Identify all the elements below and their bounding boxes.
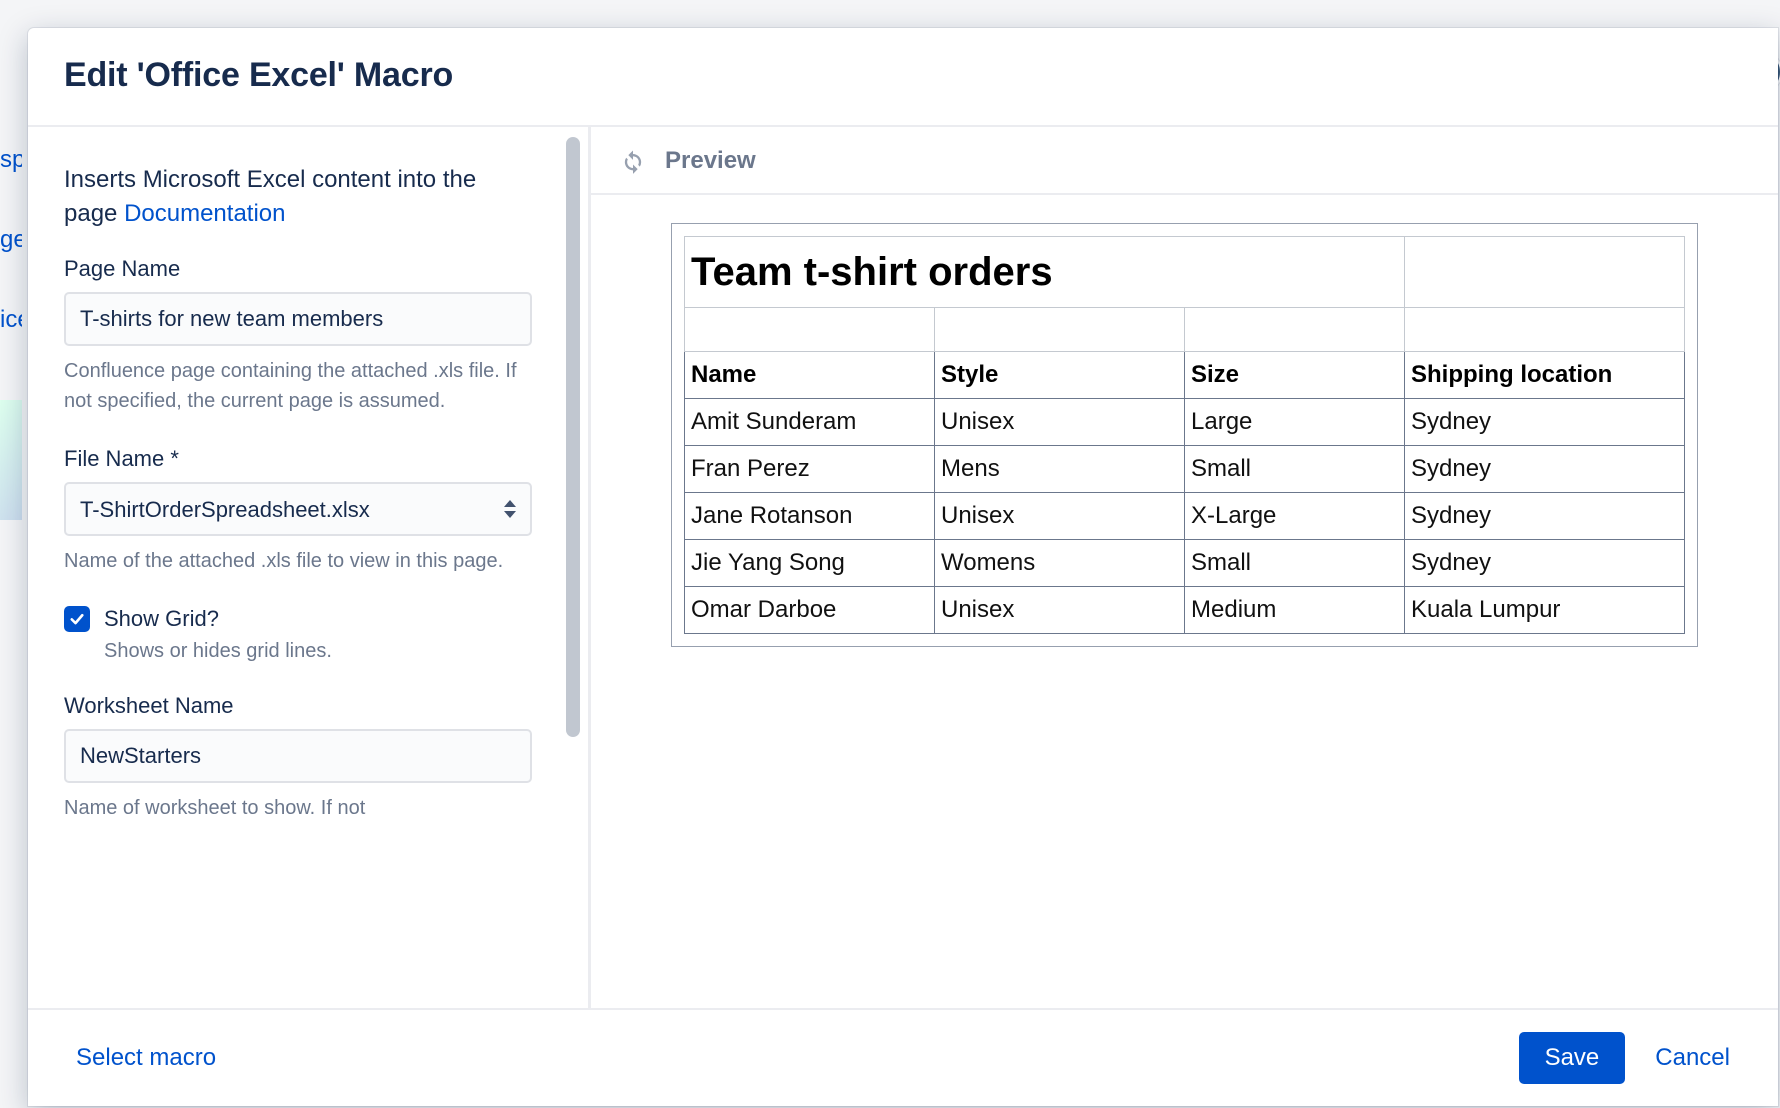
excel-preview-box: Team t-shirt orders Name bbox=[671, 223, 1698, 647]
worksheet-name-help: Name of worksheet to show. If not bbox=[64, 793, 532, 823]
column-header: Size bbox=[1185, 352, 1405, 399]
column-header: Style bbox=[935, 352, 1185, 399]
modal-body: Inserts Microsoft Excel content into the… bbox=[28, 125, 1778, 1010]
table-row: Amit Sunderam Unisex Large Sydney bbox=[685, 399, 1685, 446]
modal-footer: Select macro Save Cancel bbox=[28, 1010, 1778, 1106]
column-header: Shipping location bbox=[1405, 352, 1685, 399]
worksheet-name-label: Worksheet Name bbox=[64, 693, 532, 719]
macro-form-panel: Inserts Microsoft Excel content into the… bbox=[28, 127, 588, 1008]
column-header: Name bbox=[685, 352, 935, 399]
preview-title: Preview bbox=[665, 147, 756, 175]
table-row: Fran Perez Mens Small Sydney bbox=[685, 446, 1685, 493]
cancel-button[interactable]: Cancel bbox=[1651, 1036, 1734, 1080]
preview-header: Preview bbox=[591, 127, 1778, 195]
worksheet-name-input[interactable] bbox=[64, 729, 532, 783]
file-name-select[interactable]: T-ShirtOrderSpreadsheet.xlsx bbox=[64, 482, 532, 536]
table-empty-cell bbox=[1405, 237, 1685, 308]
table-row: Jie Yang Song Womens Small Sydney bbox=[685, 540, 1685, 587]
modal-backdrop: spgeice Edit 'Office Excel' Macro Insert… bbox=[0, 0, 1780, 1108]
page-name-input[interactable] bbox=[64, 292, 532, 346]
modal-header: Edit 'Office Excel' Macro bbox=[28, 28, 1778, 125]
table-row: Jane Rotanson Unisex X-Large Sydney bbox=[685, 493, 1685, 540]
show-grid-checkbox[interactable] bbox=[64, 606, 90, 632]
page-name-help: Confluence page containing the attached … bbox=[64, 356, 532, 416]
select-macro-link[interactable]: Select macro bbox=[72, 1036, 220, 1080]
macro-description: Inserts Microsoft Excel content into the… bbox=[64, 163, 532, 230]
table-title-cell: Team t-shirt orders bbox=[685, 237, 1405, 308]
page-name-label: Page Name bbox=[64, 256, 532, 282]
excel-table: Team t-shirt orders Name bbox=[684, 236, 1685, 634]
documentation-link[interactable]: Documentation bbox=[124, 200, 285, 227]
left-panel-scrollbar[interactable] bbox=[566, 137, 580, 737]
table-empty-cell bbox=[685, 308, 935, 352]
table-empty-cell bbox=[935, 308, 1185, 352]
table-empty-cell bbox=[1185, 308, 1405, 352]
show-grid-label: Show Grid? bbox=[104, 606, 219, 632]
file-name-help: Name of the attached .xls file to view i… bbox=[64, 546, 532, 576]
modal-title: Edit 'Office Excel' Macro bbox=[64, 56, 1742, 95]
preview-body: Team t-shirt orders Name bbox=[591, 195, 1778, 1008]
preview-panel: Preview Team t-shirt orders bbox=[591, 127, 1778, 1008]
table-row: Omar Darboe Unisex Medium Kuala Lumpur bbox=[685, 587, 1685, 634]
background-text-fragment: spgeice bbox=[0, 140, 22, 340]
table-empty-cell bbox=[1405, 308, 1685, 352]
macro-editor-modal: Edit 'Office Excel' Macro Inserts Micros… bbox=[28, 28, 1778, 1106]
check-icon bbox=[68, 610, 86, 628]
background-thumbnail bbox=[0, 400, 22, 520]
file-name-label: File Name * bbox=[64, 446, 532, 472]
refresh-icon[interactable] bbox=[619, 147, 647, 175]
save-button[interactable]: Save bbox=[1519, 1032, 1626, 1084]
show-grid-help: Shows or hides grid lines. bbox=[104, 640, 532, 663]
select-caret-icon bbox=[504, 500, 516, 518]
